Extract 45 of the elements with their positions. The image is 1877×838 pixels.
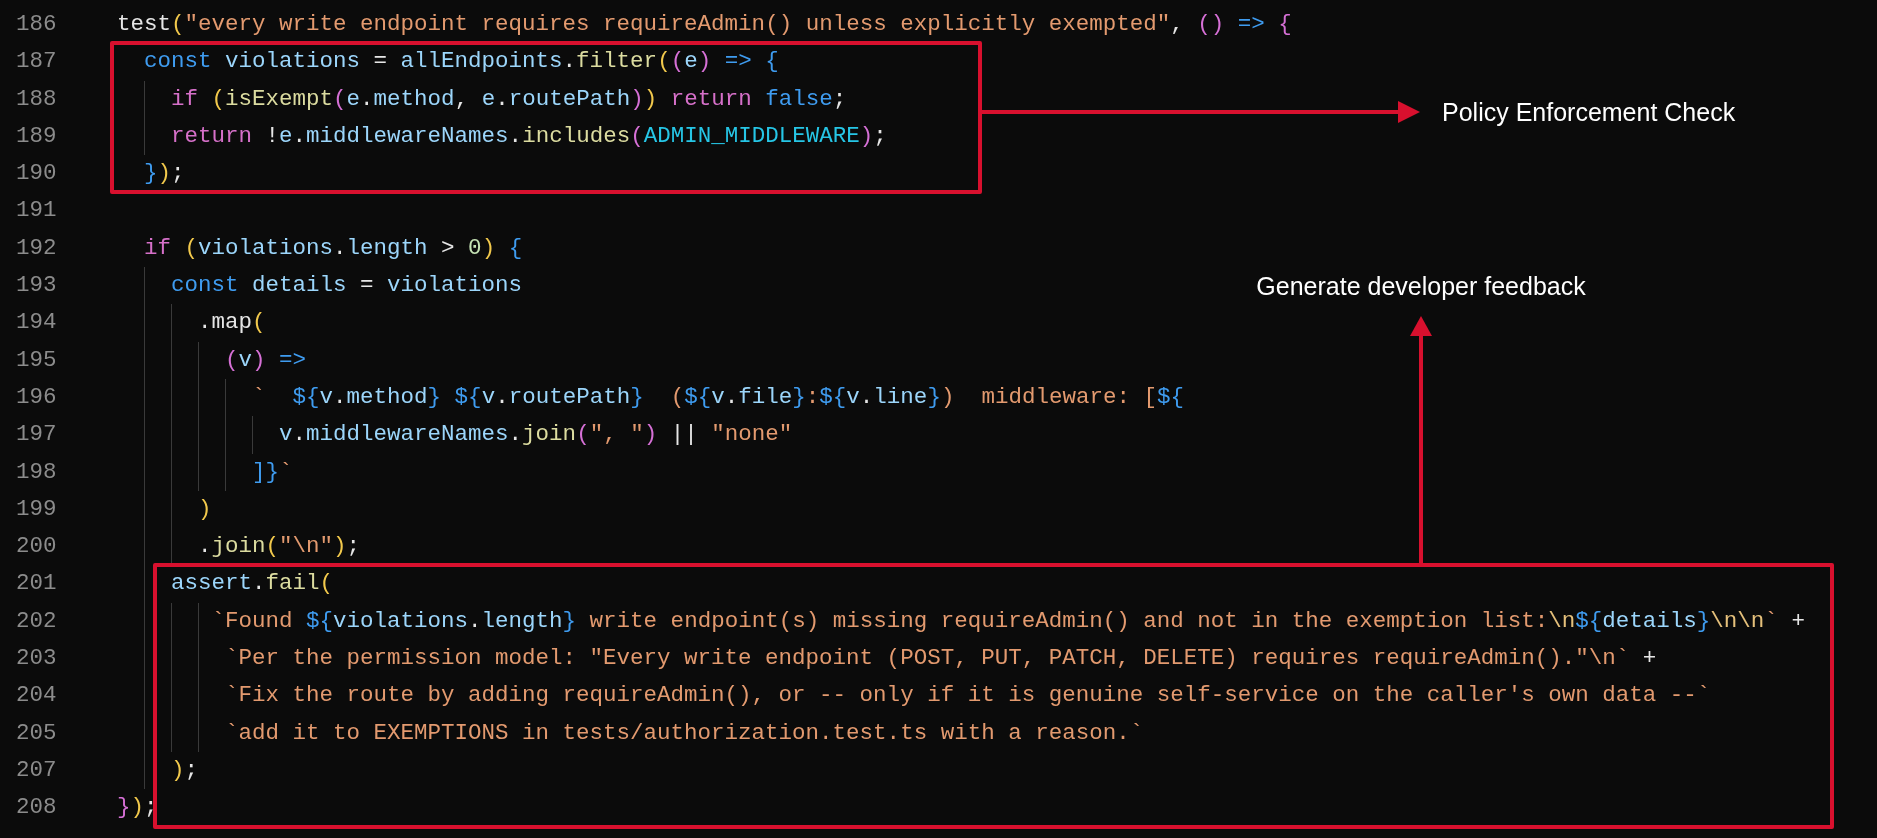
- code-line: `Fix the route by adding requireAdmin(), or -- only if it is genuine self-service on the caller's own data --`: [225, 682, 1711, 709]
- code-line: `Found ${violations.length} write endpoint(s) missing requireAdmin() and not in the exemption list:\n${details}\n\n` +: [211, 607, 1805, 634]
- code-line: });: [117, 794, 158, 821]
- line-number: 203: [15, 644, 58, 674]
- code-line: ` ${v.method} ${v.routePath} (${v.file}:${v.line}) middleware: [${: [252, 383, 1184, 410]
- line-number: 195: [15, 345, 58, 375]
- code-line: if (isExempt(e.method, e.routePath)) return false;: [171, 85, 847, 112]
- line-number: 190: [15, 159, 58, 189]
- line-number: 196: [15, 382, 58, 412]
- code-line: });: [144, 160, 185, 187]
- line-number: 189: [15, 121, 58, 151]
- annotation-label: Generate developer feedback: [1256, 271, 1586, 301]
- line-number: 198: [15, 457, 58, 487]
- line-number: 199: [15, 494, 58, 524]
- line-number: 188: [15, 84, 58, 114]
- line-number: 201: [15, 569, 58, 599]
- code-line: const violations = allEndpoints.filter((e) => {: [144, 48, 779, 75]
- code-line: `add it to EXEMPTIONS in tests/authorization.test.ts with a reason.`: [225, 719, 1144, 746]
- code-line: .map(: [198, 309, 266, 336]
- code-line: .join("\n");: [198, 533, 361, 560]
- line-number: 191: [15, 196, 58, 226]
- code-line: test("every write endpoint requires requireAdmin() unless explicitly exempted", () => {: [117, 11, 1292, 37]
- code-line: );: [171, 756, 199, 783]
- line-number: 207: [15, 755, 58, 785]
- annotation-label: Policy Enforcement Check: [1442, 97, 1736, 127]
- code-line: (v) =>: [225, 346, 307, 373]
- line-number: 187: [15, 47, 58, 77]
- code-line: v.middlewareNames.join(", ") || "none": [279, 421, 793, 448]
- line-number: 186: [15, 10, 58, 39]
- code-line: return !e.middlewareNames.includes(ADMIN_MIDDLEWARE);: [171, 122, 887, 149]
- code-line: if (violations.length > 0) {: [144, 234, 523, 261]
- line-number: 192: [15, 233, 58, 263]
- line-number: 208: [15, 793, 58, 823]
- code-line: `Per the permission model: "Every write endpoint (POST, PUT, PATCH, DELETE) requires requireAdmin()."\n` +: [225, 645, 1657, 672]
- line-number: 194: [15, 308, 58, 338]
- line-number: 205: [15, 718, 58, 748]
- code-line: assert.fail(: [171, 570, 334, 597]
- code-line: ): [198, 495, 212, 522]
- code-line: const details = violations: [171, 272, 523, 299]
- line-number: 202: [15, 606, 58, 636]
- line-number: 200: [15, 532, 58, 562]
- code-line: ]}`: [252, 458, 293, 485]
- line-number: 193: [15, 271, 58, 301]
- line-number: 204: [15, 681, 58, 711]
- line-number: 197: [15, 420, 58, 450]
